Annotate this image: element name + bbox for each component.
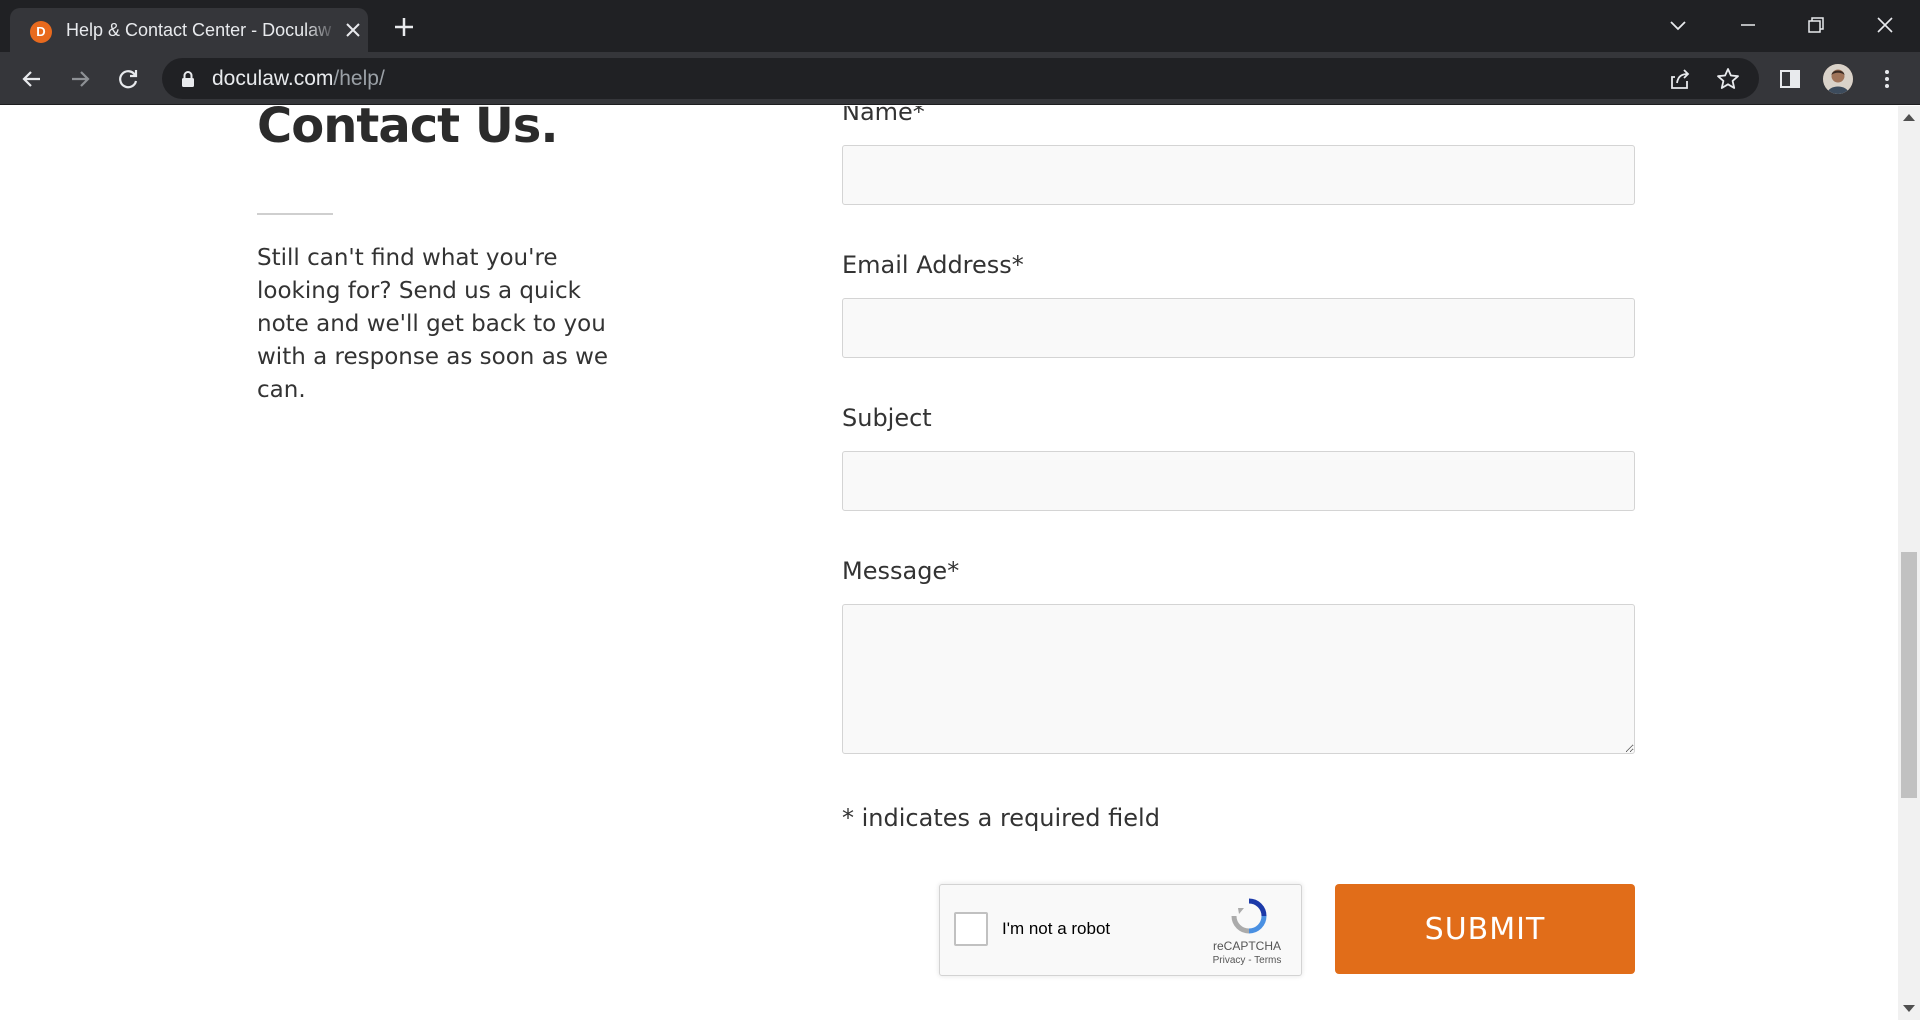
browser-tab[interactable]: D Help & Contact Center - Doculaw <box>10 8 368 52</box>
recaptcha-logo-icon <box>1231 898 1267 934</box>
scroll-up-arrow-icon[interactable] <box>1903 114 1915 121</box>
reload-icon[interactable] <box>114 65 142 93</box>
close-tab-icon[interactable] <box>342 19 364 41</box>
subject-label: Subject <box>842 404 932 432</box>
url-path: /help/ <box>333 67 385 90</box>
close-window-icon[interactable] <box>1872 12 1898 38</box>
title-divider <box>257 213 333 215</box>
bookmark-star-icon[interactable] <box>1714 65 1742 93</box>
doculaw-favicon-icon: D <box>30 21 52 43</box>
profile-avatar[interactable] <box>1823 64 1853 94</box>
back-icon[interactable] <box>18 65 46 93</box>
email-input[interactable] <box>842 298 1635 358</box>
submit-button[interactable]: SUBMIT <box>1335 884 1635 974</box>
minimize-icon[interactable] <box>1735 12 1761 38</box>
page-scrollbar[interactable] <box>1898 106 1920 1020</box>
intro-text: Still can't find what you're looking for… <box>257 245 609 403</box>
more-menu-icon[interactable] <box>1873 65 1901 93</box>
recaptcha-widget: I'm not a robot reCAPTCHA Privacy - Term… <box>939 884 1302 976</box>
required-field-note: * indicates a required field <box>842 804 1160 832</box>
recaptcha-label: I'm not a robot <box>1002 919 1111 938</box>
scrollbar-thumb[interactable] <box>1901 552 1917 798</box>
url-host: doculaw.com <box>212 67 334 90</box>
url-text[interactable]: doculaw.com/help/ <box>212 68 385 90</box>
new-tab-icon[interactable] <box>391 14 417 40</box>
recaptcha-brand: reCAPTCHA <box>1212 939 1281 953</box>
lock-icon[interactable] <box>180 70 196 88</box>
recaptcha-checkbox[interactable] <box>954 912 988 946</box>
side-panel-icon[interactable] <box>1776 65 1804 93</box>
browser-toolbar: doculaw.com/help/ <box>0 52 1920 105</box>
page-content: Contact Us. Still can't find what you're… <box>0 106 1898 1020</box>
share-icon[interactable] <box>1666 65 1694 93</box>
subject-input[interactable] <box>842 451 1635 511</box>
recaptcha-privacy-terms-links[interactable]: Privacy - Terms <box>1202 955 1292 966</box>
name-label: Name* <box>842 106 925 126</box>
message-textarea[interactable] <box>842 604 1635 754</box>
message-label: Message* <box>842 557 960 585</box>
forward-icon[interactable] <box>66 65 94 93</box>
restore-window-icon[interactable] <box>1803 12 1829 38</box>
name-input[interactable] <box>842 145 1635 205</box>
browser-tab-strip: D Help & Contact Center - Doculaw <box>0 0 1920 52</box>
tab-search-chevron-icon[interactable] <box>1665 12 1691 38</box>
profile-photo-icon <box>1823 64 1853 94</box>
scroll-down-arrow-icon[interactable] <box>1903 1005 1915 1012</box>
page-title: Contact Us. <box>257 106 559 154</box>
address-bar[interactable]: doculaw.com/help/ <box>162 58 1759 99</box>
email-label: Email Address* <box>842 251 1024 279</box>
tab-title: Help & Contact Center - Doculaw <box>66 20 332 40</box>
